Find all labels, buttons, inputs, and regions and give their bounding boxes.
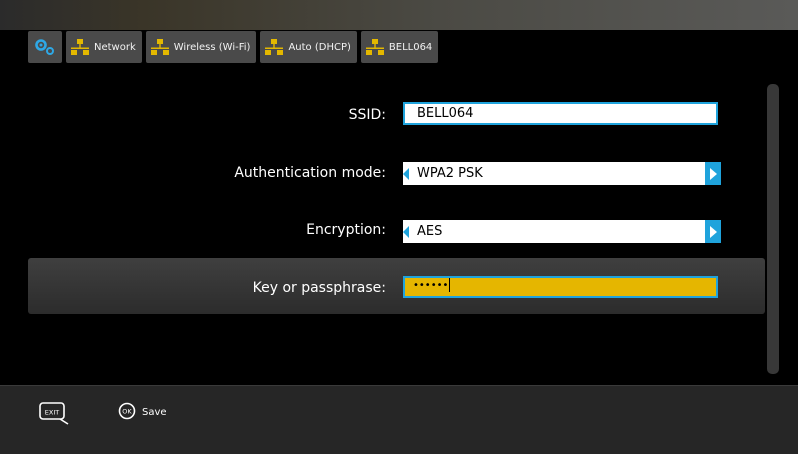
breadcrumb-settings[interactable]	[28, 31, 62, 63]
ok-save-button[interactable]: OK Save	[118, 402, 167, 423]
auth-mode-value: WPA2 PSK	[417, 166, 483, 181]
encryption-value: AES	[417, 224, 443, 239]
exit-icon-label: EXIT	[45, 409, 59, 417]
passphrase-input[interactable]: ••••••	[403, 276, 718, 298]
exit-remote-icon: EXIT	[38, 402, 72, 430]
gear-icon	[34, 38, 56, 56]
wifi-network-icon	[150, 38, 170, 56]
exit-button[interactable]: EXIT	[38, 400, 72, 430]
encryption-select[interactable]: AES	[403, 220, 721, 243]
save-label: Save	[142, 407, 167, 418]
scrollbar[interactable]	[767, 84, 779, 374]
text-cursor	[449, 278, 451, 292]
ok-icon-label: OK	[122, 408, 132, 416]
breadcrumb-label: Network	[94, 41, 136, 53]
breadcrumb-label: BELL064	[388, 41, 433, 53]
passphrase-label: Key or passphrase:	[252, 280, 386, 296]
auth-mode-label: Authentication mode:	[234, 165, 386, 181]
auth-mode-select[interactable]: WPA2 PSK	[403, 162, 721, 185]
breadcrumb-network[interactable]: Network	[66, 31, 142, 63]
ok-remote-icon: OK	[118, 402, 136, 423]
ssid-label: SSID:	[348, 107, 386, 123]
breadcrumb-label: Wireless (Wi-Fi)	[173, 41, 251, 53]
footer-bar: EXIT OK Save	[0, 385, 798, 454]
encryption-label: Encryption:	[306, 222, 386, 238]
breadcrumb-dhcp[interactable]: Auto (DHCP)	[260, 31, 357, 63]
network-icon	[70, 38, 90, 56]
breadcrumb-wireless[interactable]: Wireless (Wi-Fi)	[145, 31, 257, 63]
right-arrow-icon[interactable]	[705, 162, 721, 185]
ssid-input[interactable]: BELL064	[403, 102, 718, 125]
breadcrumb: Network Wireless (Wi-Fi) Auto (DHCP) BEL…	[28, 31, 439, 63]
network-icon	[365, 38, 385, 56]
dhcp-network-icon	[264, 38, 284, 56]
breadcrumb-label: Auto (DHCP)	[288, 41, 351, 53]
passphrase-value: ••••••	[413, 280, 449, 291]
top-gradient-strip	[0, 0, 798, 30]
breadcrumb-bell064[interactable]: BELL064	[360, 31, 439, 63]
right-arrow-icon[interactable]	[705, 220, 721, 243]
